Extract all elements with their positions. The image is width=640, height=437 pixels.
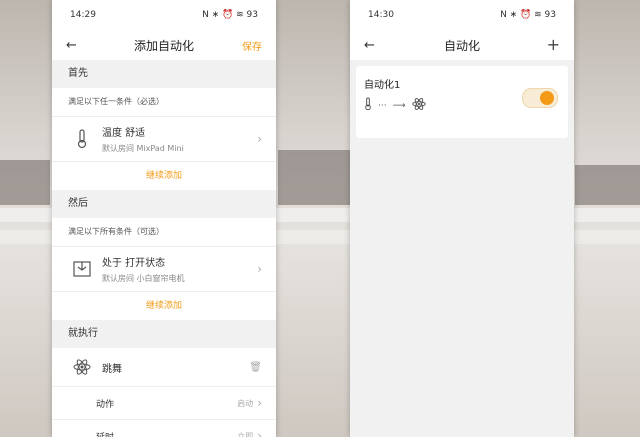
page-title: 自动化 [443,38,480,53]
left-phone-screen: 14:29 N ∗ ⏰ ≋ 93 ← 添加自动化 保存 首先 满足以下任一条件（… [52,0,276,437]
action-row[interactable]: 动作 启动 › [52,387,276,420]
toggle-knob [540,91,554,105]
delay-row-value: 立即 [237,431,254,437]
chevron-right-icon: › [257,262,262,276]
nav-bar: ← 自动化 + [350,30,574,60]
status-bar: 14:30 N ∗ ⏰ ≋ 93 [350,0,574,30]
chevron-right-icon: › [257,429,262,437]
back-arrow-icon[interactable]: ← [364,38,375,53]
condition-row-temperature[interactable]: 温度 舒适 默认房间 MixPad Mini › [52,117,276,162]
chevron-right-icon: › [257,132,262,146]
status-icons: N ∗ ⏰ ≋ 93 [202,10,258,20]
add-more-button[interactable]: 继续添加 [52,162,276,190]
status-bar: 14:29 N ∗ ⏰ ≋ 93 [52,0,276,30]
condition-main: 处于 打开状态 [102,258,166,269]
section-title-then: 然后 [52,190,276,218]
thermometer-icon [68,129,96,149]
section-title-first: 首先 [52,60,276,88]
section-subtitle-then: 满足以下所有条件（可选） [52,218,276,247]
background-wall [575,165,640,205]
condition-main: 温度 舒适 [102,128,146,139]
action-label: 跳舞 [102,363,122,375]
atom-icon [68,358,96,376]
condition-sub: 默认房间 MixPad Mini [102,144,184,153]
curtain-icon [68,261,96,277]
automation-card[interactable]: 自动化1 ··· ⟶ [356,66,568,138]
condition-sub: 默认房间 小白窗帘电机 [102,274,185,283]
automation-toggle[interactable] [522,88,558,108]
arrow-right-icon: ⟶ [392,100,406,111]
action-item-dance[interactable]: 跳舞 🗑 [52,348,276,387]
section-subtitle-first: 满足以下任一条件（必选） [52,88,276,117]
nav-bar: ← 添加自动化 保存 [52,30,276,60]
chevron-right-icon: › [257,396,262,410]
section-title-execute: 就执行 [52,320,276,348]
background-wall [278,150,350,205]
add-more-button[interactable]: 继续添加 [52,292,276,320]
save-button[interactable]: 保存 [242,38,262,53]
back-arrow-icon[interactable]: ← [66,38,77,53]
condition-row-curtain[interactable]: 处于 打开状态 默认房间 小白窗帘电机 › [52,247,276,292]
status-icons: N ∗ ⏰ ≋ 93 [500,10,556,20]
background-wall [0,160,50,205]
action-row-value: 启动 [237,398,254,408]
delay-row-label: 延时 [96,430,237,437]
action-row-label: 动作 [96,399,115,410]
ellipsis-icon: ··· [378,100,387,111]
thermometer-icon [364,97,372,114]
plus-icon[interactable]: + [547,37,560,53]
atom-icon [411,97,426,114]
trash-icon[interactable]: 🗑 [249,362,262,373]
delay-row[interactable]: 延时 立即 › [52,420,276,437]
status-time: 14:29 [70,10,96,20]
status-time: 14:30 [368,10,394,20]
right-phone-screen: 14:30 N ∗ ⏰ ≋ 93 ← 自动化 + 自动化1 ··· ⟶ [350,0,574,437]
